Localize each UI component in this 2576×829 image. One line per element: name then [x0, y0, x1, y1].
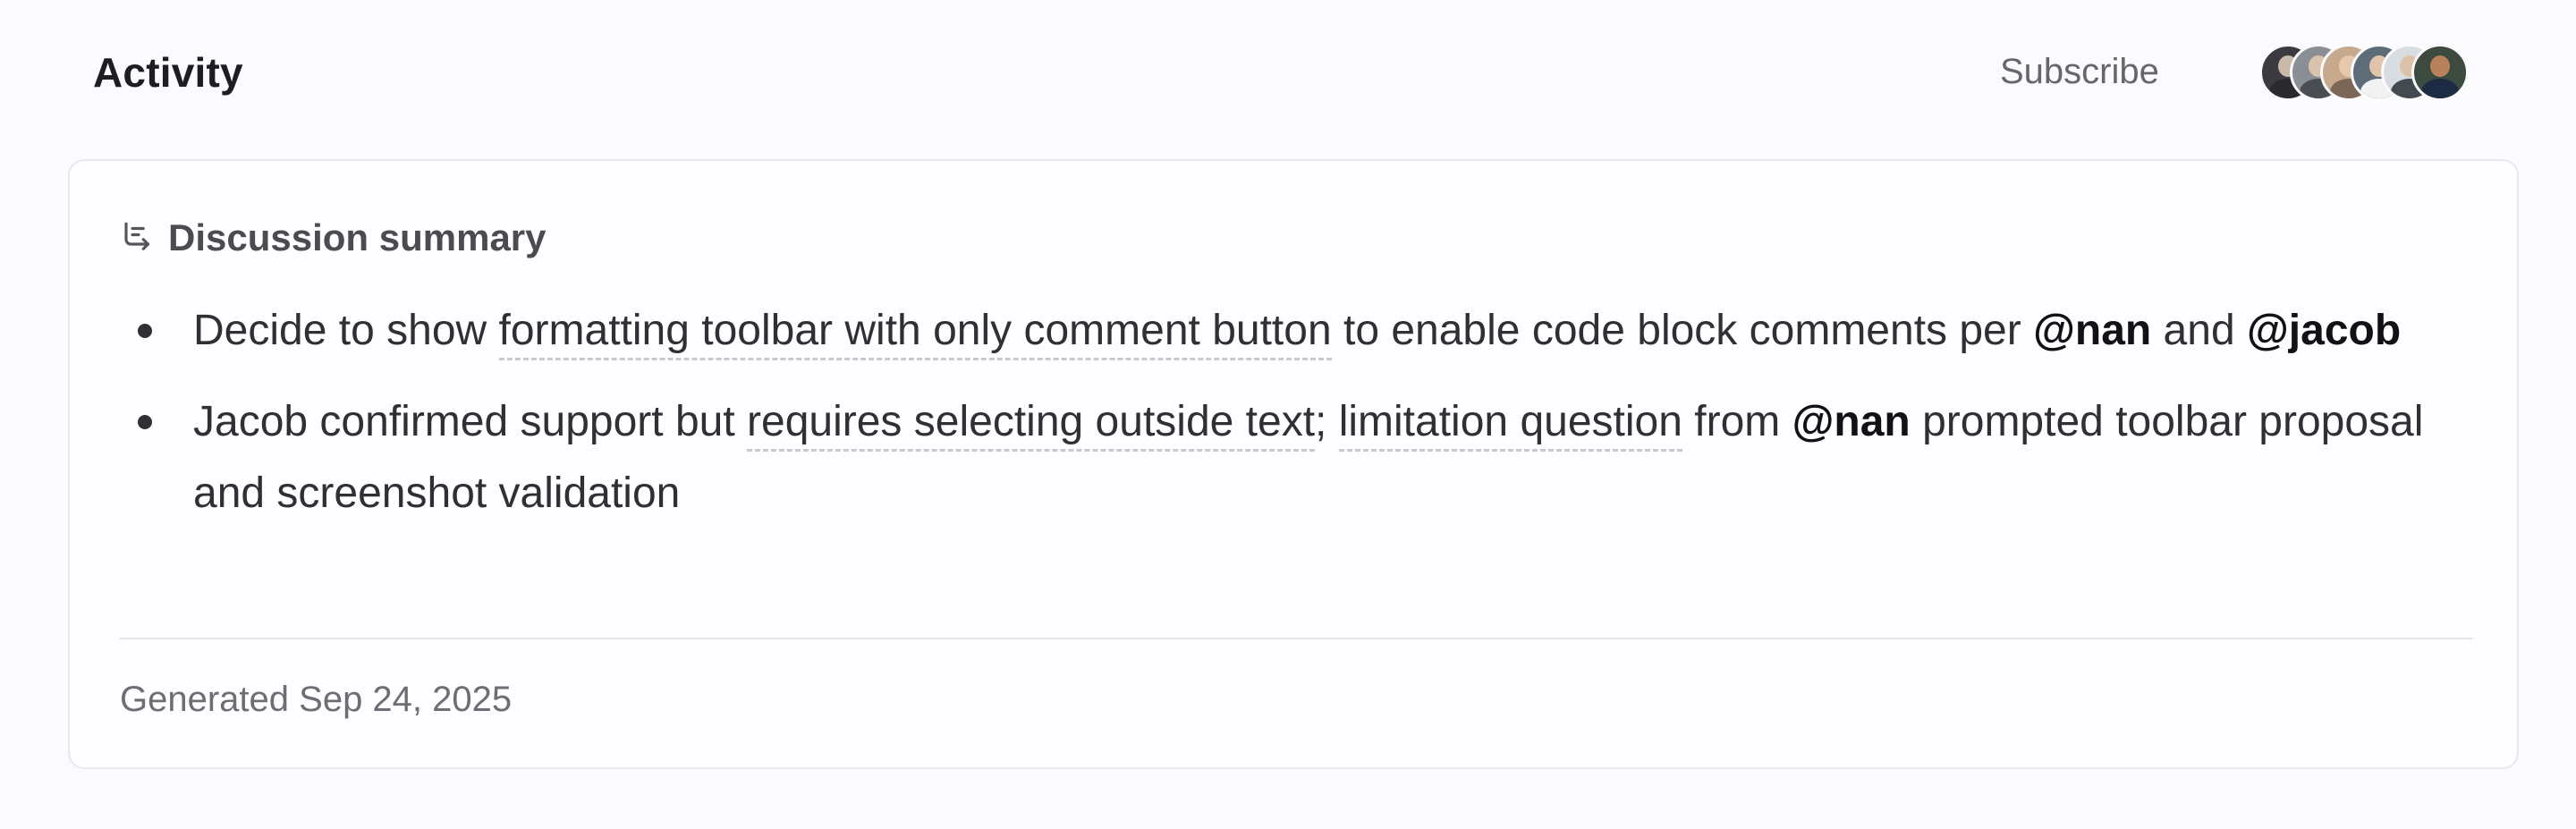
bullet-dot: [138, 415, 152, 429]
summary-bullet: Decide to show formatting toolbar with o…: [120, 295, 2481, 367]
user-mention-link[interactable]: @nan: [1792, 398, 1911, 445]
generated-timestamp: Generated Sep 24, 2025: [120, 680, 513, 719]
avatar-stack[interactable]: [2259, 44, 2469, 101]
summary-list-icon: [120, 219, 157, 257]
bullet-text: from: [1682, 398, 1792, 445]
highlighted-phrase[interactable]: limitation question: [1338, 398, 1682, 452]
bullet-text: ;: [1315, 398, 1339, 445]
user-mention-link[interactable]: @jacob: [2247, 307, 2401, 354]
bullet-dot: [138, 324, 152, 338]
avatar[interactable]: [2411, 44, 2469, 101]
bullet-text: and: [2151, 307, 2247, 354]
bullet-text: Decide to show: [193, 307, 499, 354]
highlighted-phrase[interactable]: formatting toolbar with only comment but…: [498, 307, 1332, 360]
page-title: Activity: [93, 49, 243, 96]
summary-header: Discussion summary: [120, 216, 547, 259]
bullet-text: to enable code block comments per: [1331, 307, 2034, 354]
activity-header: Activity Subscribe: [0, 0, 2576, 152]
summary-title: Discussion summary: [168, 216, 547, 258]
discussion-summary-card: Discussion summary Decide to show format…: [68, 159, 2519, 769]
summary-bullet-list: Decide to show formatting toolbar with o…: [120, 295, 2481, 549]
summary-bullet: Jacob confirmed support but requires sel…: [120, 386, 2481, 529]
highlighted-phrase[interactable]: requires selecting outside text: [747, 398, 1316, 452]
bullet-text: Jacob confirmed support but: [193, 398, 748, 445]
subscribe-button[interactable]: Subscribe: [2000, 52, 2159, 92]
user-mention-link[interactable]: @nan: [2033, 307, 2151, 354]
divider: [120, 638, 2472, 639]
